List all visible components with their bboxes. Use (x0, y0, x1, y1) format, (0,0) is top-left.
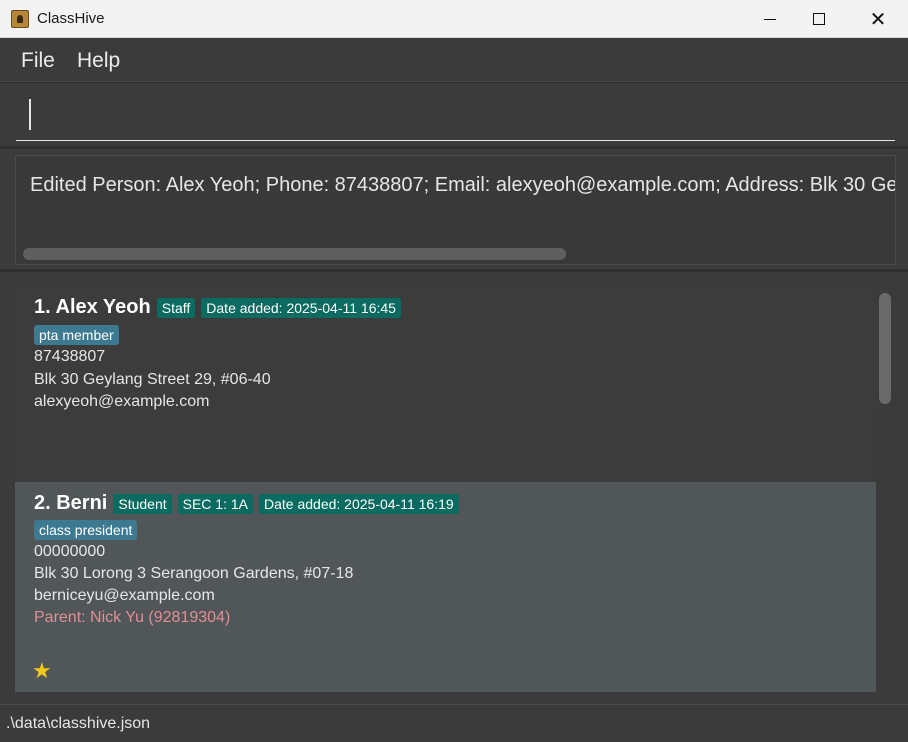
card-header: 2. Berni Student SEC 1: 1A Date added: 2… (34, 492, 465, 515)
class-badge: SEC 1: 1A (177, 493, 253, 514)
person-email: berniceyu@example.com (34, 587, 215, 604)
text-caret (29, 99, 31, 130)
command-box (0, 83, 908, 146)
maximize-button[interactable] (796, 0, 842, 38)
horizontal-scrollbar[interactable] (23, 248, 566, 260)
vertical-scrollbar[interactable] (879, 293, 891, 404)
person-card-selected[interactable]: 2. Berni Student SEC 1: 1A Date added: 2… (15, 482, 876, 692)
person-phone: 87438807 (34, 348, 106, 365)
person-parent: Parent: Nick Yu (92819304) (34, 609, 231, 626)
status-bar: .\data\classhive.json (0, 704, 908, 742)
person-tag: class president (34, 520, 138, 540)
result-display: Edited Person: Alex Yeoh; Phone: 8743880… (15, 155, 896, 265)
window-title: ClassHive (37, 10, 105, 27)
save-location: .\data\classhive.json (6, 715, 151, 732)
result-message: Edited Person: Alex Yeoh; Phone: 8743880… (30, 174, 895, 196)
minimize-button[interactable] (747, 0, 793, 38)
person-address: Blk 30 Geylang Street 29, #06-40 (34, 371, 271, 388)
close-icon: ✕ (869, 7, 887, 31)
contact-book-icon (11, 10, 29, 28)
command-input[interactable] (16, 95, 895, 141)
person-email: alexyeoh@example.com (34, 393, 210, 410)
role-badge: Staff (156, 297, 196, 318)
person-name: 2. Berni (34, 492, 108, 514)
menu-bar: File Help (0, 38, 908, 82)
person-phone: 00000000 (34, 543, 106, 560)
person-list-panel: 1. Alex Yeoh Staff Date added: 2025-04-1… (0, 272, 908, 704)
maximize-icon (813, 13, 825, 25)
person-card[interactable]: 1. Alex Yeoh Staff Date added: 2025-04-1… (15, 286, 876, 482)
person-tag: pta member (34, 325, 119, 345)
date-added-badge: Date added: 2025-04-11 16:45 (201, 297, 401, 318)
person-list: 1. Alex Yeoh Staff Date added: 2025-04-1… (15, 286, 876, 692)
person-address: Blk 30 Lorong 3 Serangoon Gardens, #07-1… (34, 565, 354, 582)
minimize-icon (764, 18, 776, 20)
person-name: 1. Alex Yeoh (34, 296, 151, 318)
role-badge: Student (113, 493, 172, 514)
menu-file[interactable]: File (21, 49, 55, 73)
star-icon: ★ (32, 659, 52, 684)
menu-help[interactable]: Help (77, 49, 120, 73)
title-bar: ClassHive ✕ (0, 0, 908, 38)
result-display-area: Edited Person: Alex Yeoh; Phone: 8743880… (0, 149, 908, 269)
date-added-badge: Date added: 2025-04-11 16:19 (259, 493, 459, 514)
close-button[interactable]: ✕ (855, 0, 901, 38)
card-header: 1. Alex Yeoh Staff Date added: 2025-04-1… (34, 296, 407, 319)
